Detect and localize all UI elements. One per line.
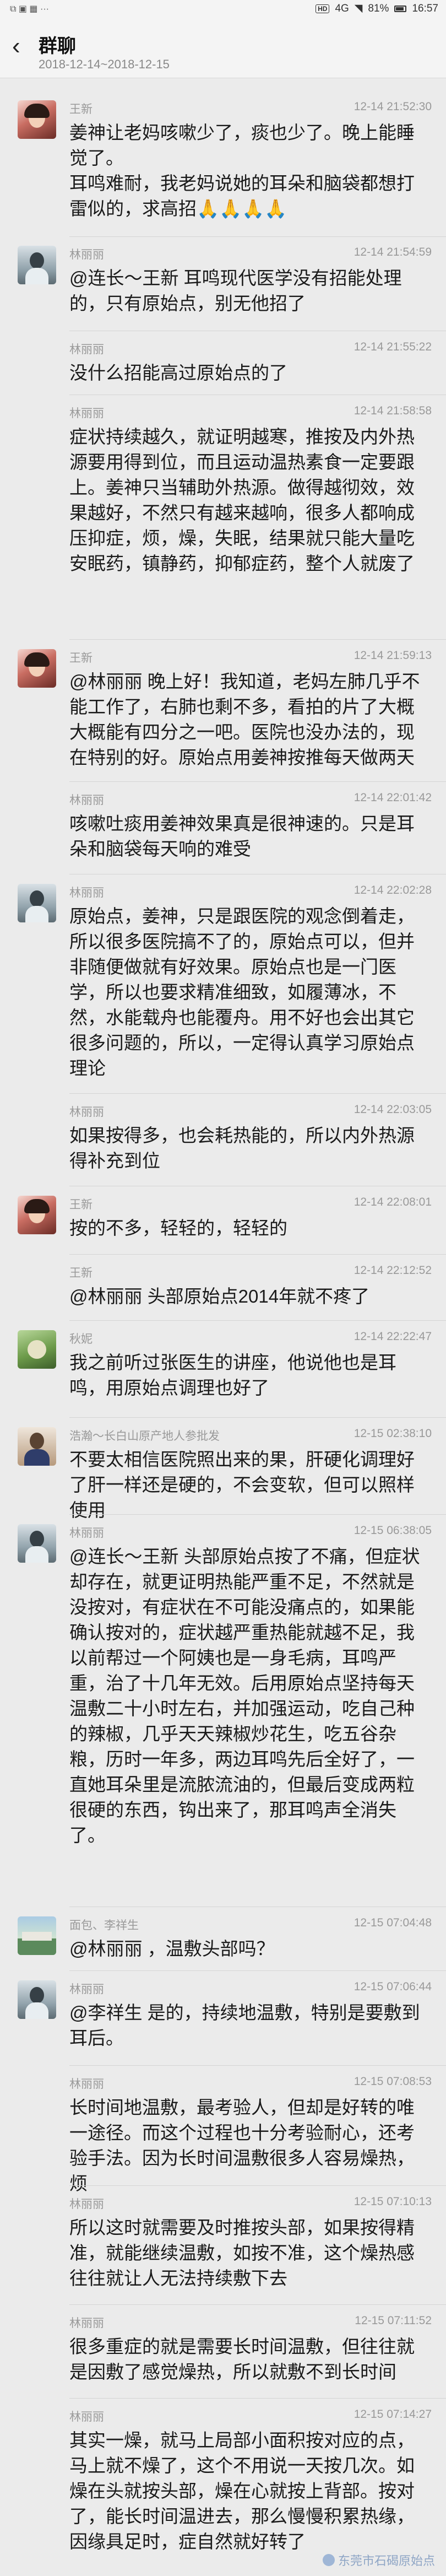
message-text: @林丽丽 ，温敷头部吗？: [69, 1938, 275, 1959]
message-text: 症状持续越久，就证明越寒，推按及内外热源要用得到位，而且运动温热素食一定要跟上。…: [69, 426, 415, 574]
divider: [69, 1320, 446, 1321]
message-time: 12-14 22:02:28: [353, 884, 432, 897]
sender-name: 林丽丽: [69, 2078, 104, 2091]
divider: [69, 1417, 446, 1418]
divider: [69, 781, 446, 782]
chat-title: 群聊: [39, 36, 76, 57]
sender-name: 王新: [69, 652, 93, 665]
status-notification-icons: ⧉ ▣ ▦ ···: [10, 4, 49, 14]
message-time: 12-14 22:01:42: [353, 791, 432, 804]
sender-name: 林丽丽: [69, 343, 104, 356]
message-text: @林丽丽 晚上好！我知道，老妈左肺几乎不能工作了，右肺也剩不多，看拍的片了大概大…: [69, 671, 420, 768]
message-text: 很多重症的就是需要长时间温敷，但往往就是因敷了感觉燥热，所以就敷不到长时间: [69, 2336, 415, 2382]
message-text: 咳嗽吐痰用姜神效果真是很神速的。只是耳朵和脑袋每天响的难受: [69, 813, 415, 859]
message-text: 长时间地温敷，最考验人，但却是好转的唯一途径。而这个过程也十分考验耐心，还考验手…: [69, 2097, 415, 2194]
sender-name: 林丽丽: [69, 2411, 104, 2423]
message-text: 不要太相信医院照出来的果，肝硬化调理好了肝一样还是硬的，不会变软，但可以照样使用: [69, 1449, 415, 1520]
avatar[interactable]: [18, 1330, 56, 1369]
divider: [69, 1970, 446, 1971]
message-text: 姜神让老妈咳嗽少了，痰也少了。晚上能睡觉了。 耳鸣难耐，我老妈说她的耳朵和脑袋都…: [69, 122, 415, 219]
sender-name: 王新: [69, 1267, 93, 1279]
watermark: 东莞市石碣原始点: [322, 2551, 435, 2569]
back-arrow-icon[interactable]: ‹: [12, 34, 20, 58]
clock: 16:57: [412, 2, 438, 14]
sender-name: 林丽丽: [69, 1106, 104, 1119]
message-time: 12-14 21:54:59: [353, 246, 432, 258]
battery-icon: [394, 5, 407, 12]
avatar[interactable]: [18, 1427, 56, 1466]
sender-name: 王新: [69, 103, 93, 116]
sender-name: 林丽丽: [69, 794, 104, 807]
message-text: 其实一燥，就马上局部小面积按对应的点，马上就不燥了，这个不用说一天按几次。如燥在…: [69, 2430, 415, 2552]
message-time: 12-15 07:04:48: [353, 1916, 432, 1929]
message-time: 12-14 22:08:01: [353, 1196, 432, 1208]
avatar[interactable]: [18, 100, 56, 139]
chat-header: ‹ 群聊 2018-12-14~2018-12-15: [0, 18, 446, 78]
avatar[interactable]: [18, 1524, 56, 1563]
message-text: @连长～王新 耳鸣现代医学没有招能处理的，只有原始点，别无他招了: [69, 268, 402, 314]
hd-icon: HD: [316, 4, 330, 13]
divider: [69, 236, 446, 237]
sender-name: 王新: [69, 1198, 93, 1211]
sender-name: 秋妮: [69, 1333, 93, 1346]
sender-name: 林丽丽: [69, 1983, 104, 1996]
watermark-text: 东莞市石碣原始点: [338, 2554, 435, 2568]
message-time: 12-15 06:38:05: [353, 1524, 432, 1537]
message-time: 12-15 07:08:53: [353, 2075, 432, 2088]
divider: [69, 1093, 446, 1094]
avatar[interactable]: [18, 246, 56, 284]
message-time: 12-14 22:03:05: [353, 1103, 432, 1116]
date-range: 2018-12-14~2018-12-15: [39, 57, 170, 71]
message-text: @李祥生 是的，持续地温敷，特别是要敷到耳后。: [69, 2002, 420, 2048]
message-time: 12-14 21:55:22: [353, 341, 432, 353]
sender-name: 林丽丽: [69, 2198, 104, 2211]
message-text: 按的不多，轻轻的，轻轻的: [69, 1218, 287, 1238]
message-time: 12-15 07:14:27: [353, 2408, 432, 2421]
message-text: 如果按得多，也会耗热能的，所以内外热源得补充到位: [69, 1125, 415, 1171]
wifi-icon: ◥: [354, 3, 363, 14]
message-text: @林丽丽 头部原始点2014年就不疼了: [69, 1286, 370, 1306]
message-time: 12-15 02:38:10: [353, 1427, 432, 1440]
message-text: @连长～王新 头部原始点按了不痛，但症状却存在，就更证明热能严重不足，不然就是没…: [69, 1546, 420, 1845]
message-text: 所以这时就需要及时推按头部，如果按得精准，就能继续温敷，如按不准，这个燥热感往往…: [69, 2217, 415, 2288]
message-time: 12-14 22:12:52: [353, 1264, 432, 1277]
sender-name: 林丽丽: [69, 887, 104, 899]
divider: [69, 2185, 446, 2186]
message-time: 12-14 21:52:30: [353, 100, 432, 113]
divider: [69, 1514, 446, 1515]
message-time: 12-14 21:58:58: [353, 404, 432, 417]
battery-percent: 81%: [368, 2, 389, 14]
message-text: 我之前听过张医生的讲座，他说他也是耳鸣，用原始点调理也好了: [69, 1352, 396, 1398]
sender-name: 林丽丽: [69, 407, 104, 420]
sender-name: 林丽丽: [69, 1527, 104, 1540]
network-indicator: 4G: [335, 2, 349, 14]
avatar[interactable]: [18, 1916, 56, 1955]
sender-name: 浩瀚～长白山原产地人参批发: [69, 1430, 220, 1443]
avatar[interactable]: [18, 649, 56, 688]
avatar[interactable]: [18, 1980, 56, 2019]
message-time: 12-14 21:59:13: [353, 649, 432, 662]
status-bar: ⧉ ▣ ▦ ··· HD 4G ◥ 81% 16:57: [0, 0, 446, 18]
divider: [69, 1254, 446, 1255]
message-text: 没什么招能高过原始点的了: [69, 363, 287, 383]
divider: [69, 2398, 446, 2399]
message-time: 12-15 07:11:52: [355, 2314, 432, 2327]
message-time: 12-14 22:22:47: [353, 1330, 432, 1343]
divider: [69, 2065, 446, 2066]
divider: [69, 639, 446, 640]
message-text: 原始点，姜神，只是跟医院的观念倒着走，所以很多医院搞不了的，原始点可以，但并非随…: [69, 906, 415, 1078]
message-time: 12-15 07:06:44: [353, 1980, 432, 1993]
sender-name: 林丽丽: [69, 2317, 104, 2330]
message-time: 12-15 07:10:13: [353, 2195, 432, 2208]
avatar[interactable]: [18, 1196, 56, 1234]
wechat-logo-icon: [322, 2554, 335, 2566]
sender-name: 林丽丽: [69, 249, 104, 261]
status-right: HD 4G ◥ 81% 16:57: [316, 2, 438, 15]
sender-name: 面包、李祥生: [69, 1919, 139, 1932]
avatar[interactable]: [18, 884, 56, 922]
divider: [69, 2304, 446, 2305]
